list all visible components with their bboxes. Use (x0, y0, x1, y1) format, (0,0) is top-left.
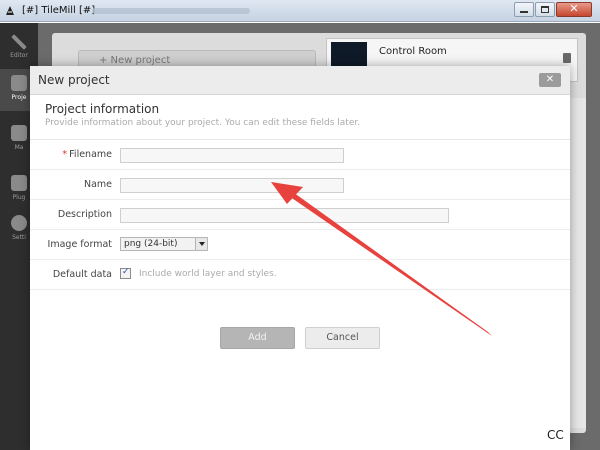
form-row-image-format: Image format png (24-bit) (30, 230, 570, 260)
filename-input[interactable] (120, 148, 344, 163)
image-format-label: Image format (47, 239, 112, 250)
window-controls: ✕ (513, 2, 592, 17)
section-header: Project information Provide information … (45, 102, 565, 128)
maximize-button[interactable] (535, 2, 555, 17)
pencil-icon (11, 34, 27, 50)
default-data-label: Default data (52, 269, 112, 280)
minimize-icon (520, 11, 528, 13)
image-format-select[interactable]: png (24-bit) (120, 237, 208, 251)
form-row-filename: * Filename (30, 140, 570, 170)
required-marker: * (62, 149, 68, 160)
watermark: CC (545, 428, 566, 442)
panel-edge (570, 98, 586, 428)
window-titlebar: [#] TileMill [#] ✕ (0, 0, 600, 22)
project-card-title: Control Room (379, 46, 447, 57)
minimize-button[interactable] (514, 2, 534, 17)
section-title: Project information (45, 102, 160, 116)
window-title: [#] TileMill [#] (22, 5, 96, 16)
tilemill-app-icon (6, 6, 14, 15)
description-label: Description (57, 209, 112, 220)
default-data-checkbox[interactable]: ✓ (120, 267, 131, 279)
layers-icon (11, 125, 27, 141)
gear-icon (11, 215, 27, 231)
window-close-button[interactable]: ✕ (556, 2, 592, 17)
maximize-icon (541, 6, 549, 13)
add-button[interactable]: Add (220, 327, 295, 349)
close-icon: ✕ (569, 2, 579, 15)
image-format-value: png (24-bit) (124, 239, 178, 249)
description-input[interactable] (120, 208, 449, 223)
section-description: Provide information about your project. … (45, 118, 361, 128)
default-data-description: Include world layer and styles. (139, 269, 277, 279)
filename-label-text: Filename (69, 149, 112, 160)
dialog-close-button[interactable]: ✕ (539, 73, 561, 87)
nav-item-editor[interactable]: Editor (0, 27, 38, 69)
nav-label: Editor (10, 52, 28, 59)
cancel-button[interactable]: Cancel (305, 327, 380, 349)
trash-icon[interactable] (563, 53, 571, 63)
folder-icon (11, 75, 27, 91)
dialog-body: Project information Provide information … (30, 95, 570, 450)
name-input[interactable] (120, 178, 344, 193)
dialog-header: New project ✕ (30, 66, 570, 95)
form-row-description: Description (30, 200, 570, 230)
form-row-name: Name (30, 170, 570, 200)
dialog-title: New project (38, 73, 110, 87)
checkmark-icon: ✓ (122, 267, 130, 277)
form-row-default-data: Default data ✓ Include world layer and s… (30, 260, 570, 290)
window-title-blurred-text (92, 8, 250, 14)
name-label: Name (83, 179, 112, 190)
plugin-icon (11, 175, 27, 191)
new-project-dialog: New project ✕ Project information Provid… (30, 66, 570, 450)
filename-label: * Filename (30, 149, 112, 160)
chevron-down-icon (195, 238, 207, 250)
